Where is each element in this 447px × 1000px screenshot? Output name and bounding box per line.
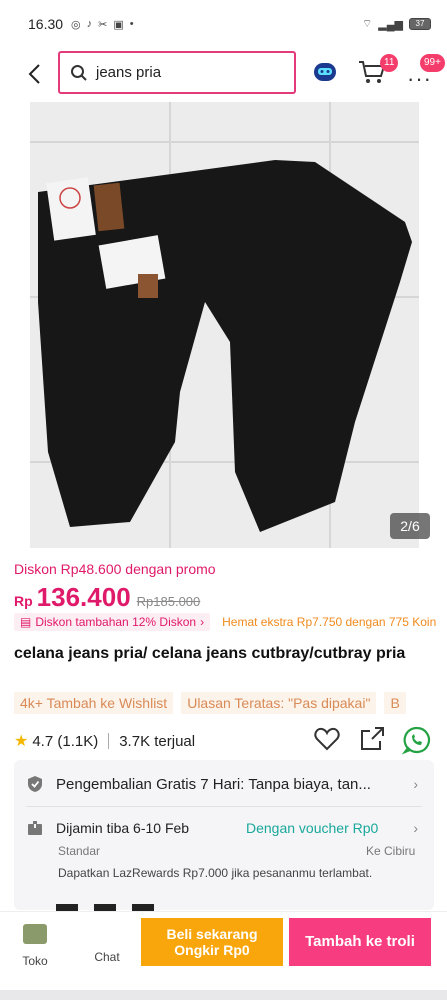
delivery-voucher: Dengan voucher Rp0: [246, 820, 379, 836]
wishlist-count[interactable]: 4k+ Tambah ke Wishlist: [14, 692, 174, 714]
price-row: Rp 136.400 Rp185.000: [14, 582, 200, 613]
system-icons: ⌔ ▂▄▆ 37: [362, 17, 431, 31]
sold-count: 3.7K terjual: [119, 732, 196, 750]
dot-icon: •: [129, 18, 134, 30]
store-avatar: [23, 924, 47, 944]
top-review[interactable]: Ulasan Teratas: "Pas dipakai": [181, 692, 377, 714]
add-to-cart-button[interactable]: Tambah ke troli: [289, 918, 431, 966]
lazzie-bot-icon[interactable]: [312, 60, 338, 84]
shopping-bag-icon: ▣: [113, 18, 124, 31]
more-highlight: B: [384, 692, 406, 714]
instagram-icon: ◎: [71, 18, 81, 31]
search-input[interactable]: jeans pria: [58, 51, 296, 94]
back-arrow-icon: [28, 64, 40, 84]
divider: [108, 733, 110, 749]
delivery-box-icon: [28, 821, 42, 835]
extra-discount-tag[interactable]: ▤ Diskon tambahan 12% Diskon ›: [14, 613, 211, 631]
whatsapp-icon[interactable]: [402, 725, 432, 755]
star-icon: ★: [14, 733, 29, 750]
rating-value: 4.7 (1.1K): [32, 732, 99, 750]
card-divider: [26, 806, 422, 807]
return-policy-text: Pengembalian Gratis 7 Hari: Tanpa biaya,…: [56, 775, 371, 793]
chat-label: Chat: [94, 950, 120, 964]
return-policy-row[interactable]: Pengembalian Gratis 7 Hari: Tanpa biaya,…: [26, 770, 426, 798]
share-icon[interactable]: [358, 725, 386, 753]
store-label: Toko: [22, 954, 48, 968]
status-bar: 16.30 ◎ ♪ ✂ ▣ • ⌔ ▂▄▆ 37: [0, 0, 447, 48]
image-counter: 2/6: [390, 513, 430, 539]
capcut-icon: ✂: [98, 18, 108, 31]
search-icon: [71, 64, 87, 81]
highlights-row: 4k+ Tambah ke Wishlist Ulasan Teratas: "…: [14, 692, 447, 714]
search-query: jeans pria: [96, 64, 162, 81]
more-badge: 99+: [420, 54, 445, 72]
jeans-photo: [30, 102, 419, 548]
price-currency: Rp: [14, 593, 33, 609]
back-button[interactable]: [12, 52, 56, 96]
top-header: jeans pria 11 ··· 99+: [0, 48, 447, 100]
wishlist-heart-icon[interactable]: [313, 725, 341, 753]
free-shipping-label: Ongkir Rp0: [174, 942, 250, 958]
shipping-info-card: Pengembalian Gratis 7 Hari: Tanpa biaya,…: [14, 760, 434, 910]
discount-tags: ▤ Diskon tambahan 12% Diskon › Hemat eks…: [14, 612, 447, 632]
delivery-date: Dijamin tiba 6-10 Feb: [56, 820, 190, 836]
status-time: 16.30: [28, 16, 64, 32]
original-price: Rp185.000: [136, 594, 201, 609]
chevron-right-icon: ›: [200, 615, 205, 629]
shipping-destination: Ke Cibiru: [366, 844, 416, 858]
promo-discount-text[interactable]: Diskon Rp48.600 dengan promo: [14, 561, 216, 577]
product-image[interactable]: [30, 102, 419, 548]
battery-icon: 37: [409, 18, 431, 30]
extra-discount-label: Diskon tambahan 12% Diskon: [35, 615, 197, 629]
buy-now-button[interactable]: Beli sekarang Ongkir Rp0: [141, 918, 283, 966]
shipping-type: Standar: [58, 844, 101, 858]
lazrewards-note: Dapatkan LazRewards Rp7.000 jika pesanan…: [58, 866, 373, 880]
chevron-right-icon: ›: [413, 820, 418, 836]
store-button[interactable]: Toko: [10, 922, 60, 972]
buy-now-label: Beli sekarang: [166, 926, 258, 942]
notification-icons: ◎ ♪ ✂ ▣ •: [71, 18, 134, 31]
delivery-row[interactable]: Dijamin tiba 6-10 Feb Dengan voucher Rp0…: [26, 816, 426, 840]
extra-saving-tag[interactable]: Hemat ekstra Rp7.750 dengan 775 Koin: [222, 615, 436, 629]
system-nav-bar: [0, 990, 447, 1000]
tiktok-icon: ♪: [86, 18, 93, 30]
signal-icon: ▂▄▆: [378, 18, 403, 31]
wifi-icon: ⌔: [361, 18, 373, 30]
cart-badge: 11: [380, 54, 399, 72]
product-title: celana jeans pria/ celana jeans cutbray/…: [14, 645, 406, 662]
shield-icon: [28, 776, 42, 792]
chat-button[interactable]: Chat: [82, 922, 132, 972]
chevron-right-icon: ›: [413, 776, 418, 792]
price-value: 136.400: [36, 582, 131, 612]
voucher-icon: ▤: [20, 615, 32, 629]
